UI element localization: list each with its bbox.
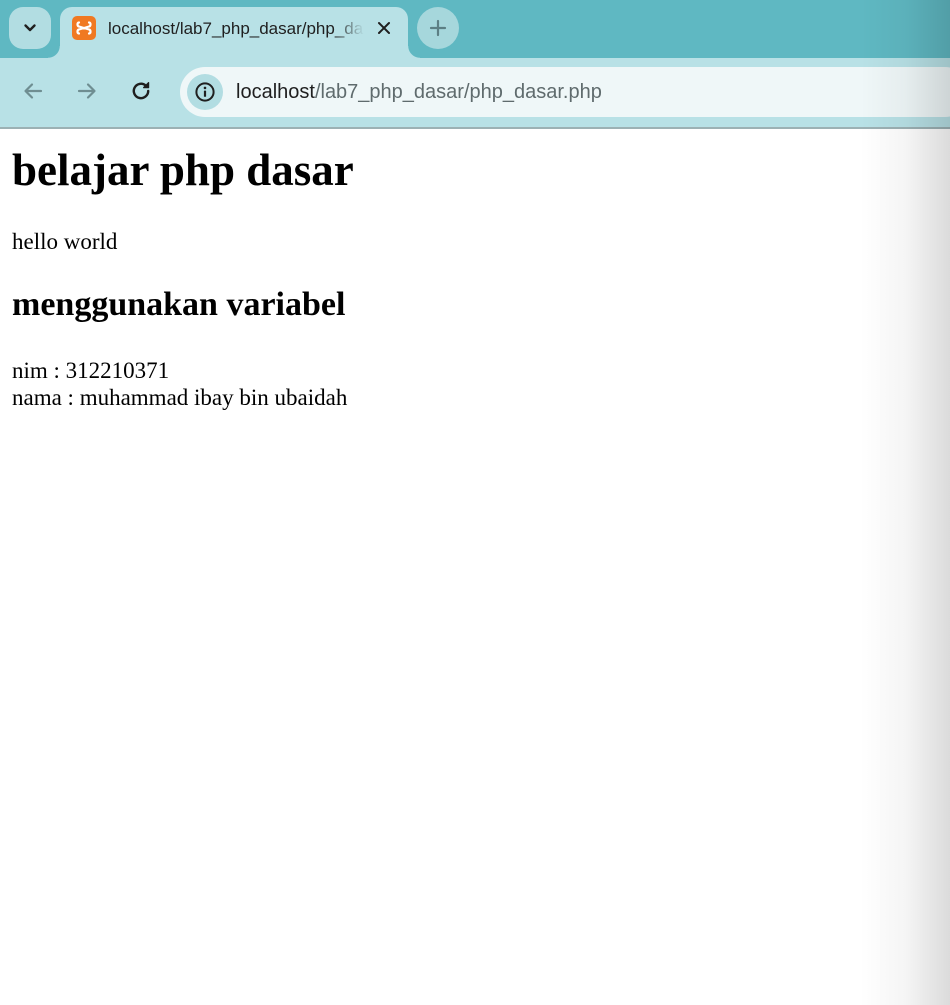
back-button[interactable] (13, 71, 53, 111)
close-tab-button[interactable] (373, 17, 395, 39)
arrow-right-icon (77, 83, 96, 99)
section-heading: menggunakan variabel (12, 286, 346, 323)
tab-title: localhost/lab7_php_dasar/php_dasar.php (108, 19, 364, 38)
greeting-text: hello world (12, 229, 118, 254)
active-tab[interactable]: localhost/lab7_php_dasar/php_dasar.php (48, 7, 420, 58)
arrow-left-icon (24, 83, 43, 99)
nama-text: nama : muhammad ibay bin ubaidah (12, 385, 348, 410)
plus-icon (429, 19, 447, 37)
close-icon (378, 22, 390, 34)
address-bar[interactable]: localhost/lab7_php_dasar/php_dasar.php (180, 67, 950, 117)
xampp-icon (72, 16, 96, 40)
page-heading: belajar php dasar (12, 145, 354, 195)
toolbar: localhost/lab7_php_dasar/php_dasar.php (0, 58, 950, 127)
tab-strip: localhost/lab7_php_dasar/php_dasar.php (0, 0, 950, 58)
browser-window: localhost/lab7_php_dasar/php_dasar.php (0, 0, 950, 1005)
nim-text: nim : 312210371 (12, 358, 170, 383)
url-path: /lab7_php_dasar/php_dasar.php (314, 81, 602, 103)
new-tab-button[interactable] (417, 7, 459, 49)
reload-icon (132, 82, 150, 100)
page-content: belajar php dasar hello world menggunaka… (0, 129, 950, 1005)
url-host: localhost (236, 81, 315, 103)
forward-button[interactable] (67, 71, 107, 111)
reload-button[interactable] (121, 71, 161, 111)
info-icon (195, 82, 215, 102)
tab-search-button[interactable] (9, 7, 51, 49)
url-text: localhost/lab7_php_dasar/php_dasar.php (236, 80, 602, 104)
chevron-down-icon (24, 24, 36, 32)
site-info-button[interactable] (187, 74, 223, 110)
